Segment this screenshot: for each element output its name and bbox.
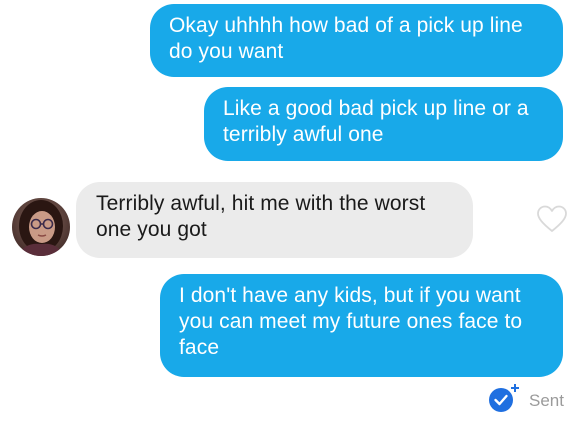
checkmark-plus-icon (487, 382, 521, 416)
sent-message-bubble[interactable]: Like a good bad pick up line or a terrib… (204, 87, 563, 161)
heart-outline-icon[interactable] (537, 205, 567, 233)
sent-message-bubble[interactable]: Okay uhhhh how bad of a pick up line do … (150, 4, 563, 77)
received-message-bubble[interactable]: Terribly awful, hit me with the worst on… (76, 182, 473, 258)
message-status-label: Sent (529, 391, 564, 410)
avatar-photo (12, 198, 70, 256)
contact-avatar[interactable] (12, 198, 70, 256)
sent-message-bubble[interactable]: I don't have any kids, but if you want y… (160, 274, 563, 377)
